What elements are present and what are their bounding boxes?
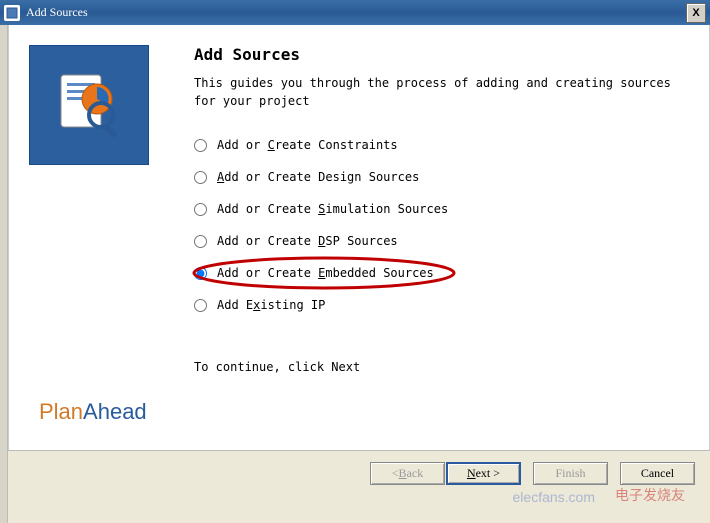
radio-design-sources[interactable]: Add or Create Design Sources (194, 170, 679, 184)
radio-label: Add or Create DSP Sources (217, 234, 398, 248)
app-icon (4, 5, 20, 21)
titlebar: Add Sources X (0, 0, 710, 25)
back-button: < Back (370, 462, 445, 485)
cancel-button[interactable]: Cancel (620, 462, 695, 485)
radio-existing-ip[interactable]: Add Existing IP (194, 298, 679, 312)
left-gutter (0, 25, 8, 523)
page-title: Add Sources (194, 45, 679, 64)
wizard-button-bar: < Back Next > Finish Cancel (8, 450, 710, 495)
radio-simulation-sources[interactable]: Add or Create Simulation Sources (194, 202, 679, 216)
radio-input[interactable] (194, 235, 207, 248)
next-button[interactable]: Next > (446, 462, 521, 485)
radio-input[interactable] (194, 203, 207, 216)
radio-input[interactable] (194, 267, 207, 280)
finish-button: Finish (533, 462, 608, 485)
radio-label: Add or Create Simulation Sources (217, 202, 448, 216)
radio-label: Add Existing IP (217, 298, 325, 312)
wizard-body: PlanAhead Add Sources This guides you th… (8, 25, 710, 450)
radio-input[interactable] (194, 139, 207, 152)
radio-input[interactable] (194, 299, 207, 312)
page-subtitle: This guides you through the process of a… (194, 74, 679, 110)
source-type-radio-group: Add or Create Constraints Add or Create … (194, 138, 679, 312)
wizard-hero-icon (29, 45, 149, 165)
left-panel: PlanAhead (9, 25, 189, 450)
radio-input[interactable] (194, 171, 207, 184)
close-button[interactable]: X (686, 3, 706, 23)
radio-label: Add or Create Constraints (217, 138, 398, 152)
brand-logo: PlanAhead (39, 399, 147, 425)
brand-text-a: Plan (39, 399, 83, 424)
radio-embedded-sources[interactable]: Add or Create Embedded Sources (194, 266, 679, 280)
window-title: Add Sources (26, 5, 686, 20)
content-panel: Add Sources This guides you through the … (189, 25, 709, 450)
brand-text-b: Ahead (83, 399, 147, 424)
radio-constraints[interactable]: Add or Create Constraints (194, 138, 679, 152)
continue-hint: To continue, click Next (194, 360, 679, 374)
radio-label: Add or Create Design Sources (217, 170, 419, 184)
radio-dsp-sources[interactable]: Add or Create DSP Sources (194, 234, 679, 248)
radio-label: Add or Create Embedded Sources (217, 266, 434, 280)
